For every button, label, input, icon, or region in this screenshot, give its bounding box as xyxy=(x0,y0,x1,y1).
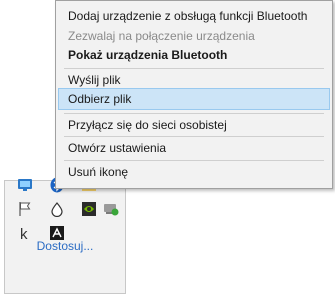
menu-item-remove-icon[interactable]: Usuń ikonę xyxy=(58,161,330,183)
menu-item-join-personal-network[interactable]: Przyłącz się do sieci osobistej xyxy=(58,114,330,136)
bluetooth-context-menu: Dodaj urządzenie z obsługą funkcji Bluet… xyxy=(55,0,333,189)
flag-icon[interactable] xyxy=(17,201,33,217)
customize-link[interactable]: Dostosuj... xyxy=(5,239,125,253)
menu-item-show-bluetooth-devices[interactable]: Pokaż urządzenia Bluetooth xyxy=(58,44,330,66)
menu-item-add-bluetooth-device[interactable]: Dodaj urządzenie z obsługą funkcji Bluet… xyxy=(58,5,330,27)
network-icon[interactable] xyxy=(103,201,119,217)
nvidia-icon[interactable] xyxy=(81,201,97,217)
menu-item-open-settings[interactable]: Otwórz ustawienia xyxy=(58,137,330,159)
monitor-icon[interactable] xyxy=(17,177,33,193)
tray-overflow-flyout: k Dostosuj... xyxy=(4,177,126,294)
menu-item-receive-file[interactable]: Odbierz plik xyxy=(58,88,330,110)
water-drop-icon[interactable] xyxy=(49,201,65,218)
